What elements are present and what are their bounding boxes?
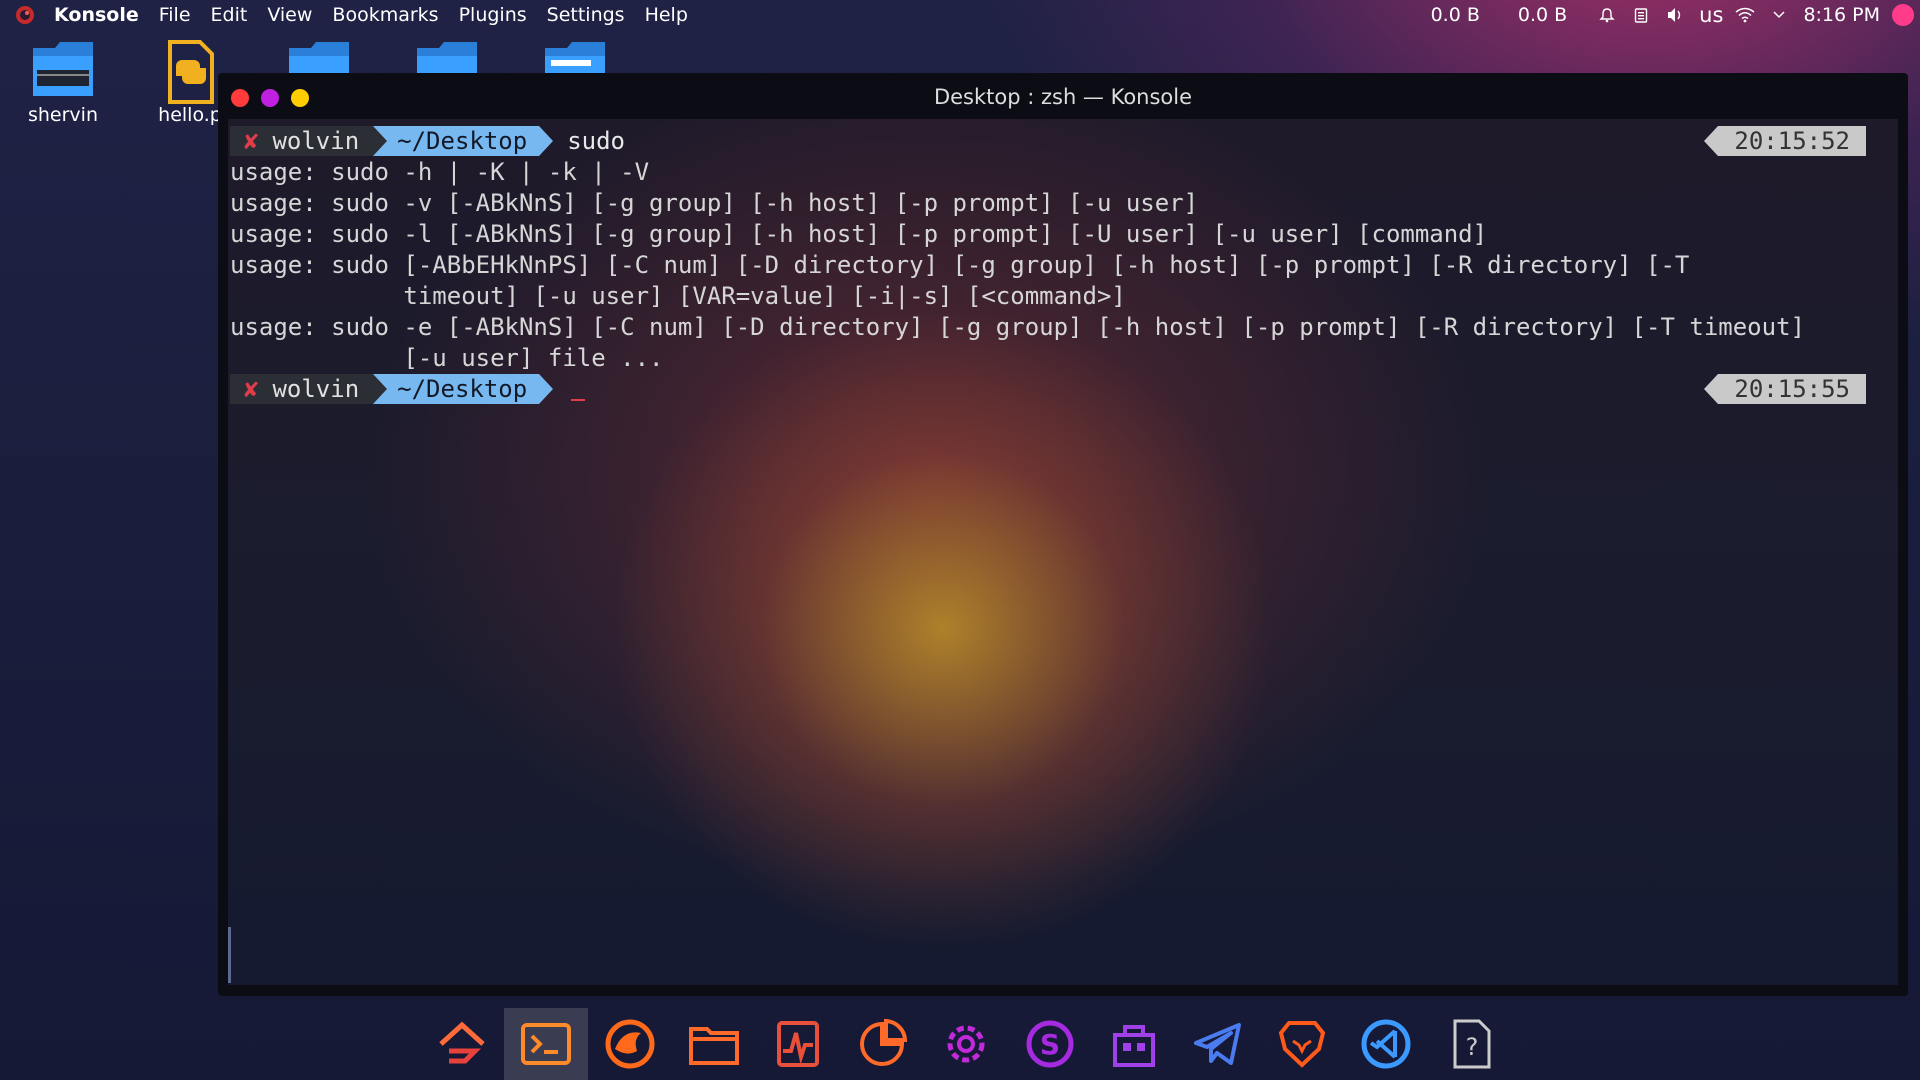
clock[interactable]: 8:16 PM [1803, 4, 1880, 26]
error-status-icon: ✘ [244, 375, 259, 403]
desktop-folder-3[interactable] [264, 40, 374, 74]
menu-plugins[interactable]: Plugins [459, 4, 527, 26]
net-download-speed[interactable]: 0.0 B [1431, 4, 1480, 26]
prompt-separator-icon [539, 126, 554, 156]
output-line: timeout] [-u user] [VAR=value] [-i|-s] [… [230, 282, 1126, 310]
output-line: usage: sudo -e [-ABkNnS] [-C num] [-D di… [230, 313, 1805, 341]
window-titlebar[interactable]: Desktop : zsh — Konsole [218, 73, 1908, 123]
prompt-separator-icon [539, 374, 554, 404]
dock: S ? [420, 1008, 1512, 1080]
prompt-separator-icon [373, 374, 388, 404]
output-line: usage: sudo -l [-ABkNnS] [-g group] [-h … [230, 220, 1488, 248]
prompt-dir: ~/Desktop [387, 126, 540, 156]
store-icon[interactable] [1092, 1008, 1176, 1080]
clipboard-icon[interactable] [1631, 5, 1651, 25]
output-line: usage: sudo -v [-ABkNnS] [-g group] [-h … [230, 189, 1199, 217]
notifications-icon[interactable] [1597, 5, 1617, 25]
folder-icon [31, 40, 95, 98]
menu-help[interactable]: Help [645, 4, 688, 26]
system-monitor-icon[interactable] [756, 1008, 840, 1080]
python-file-icon [158, 40, 222, 104]
folder-icon [545, 42, 605, 74]
keyboard-layout[interactable]: us [1699, 3, 1723, 27]
git-app-icon[interactable] [420, 1008, 504, 1080]
brave-icon[interactable] [1260, 1008, 1344, 1080]
text-cursor [571, 399, 586, 401]
window-title: Desktop : zsh — Konsole [933, 85, 1193, 109]
prompt-user: wolvin [272, 127, 360, 155]
prompt-line-1: ✘ wolvin ~/Desktop sudo [230, 126, 625, 156]
settings-icon[interactable] [924, 1008, 1008, 1080]
tray-expand-chevron-down-icon[interactable] [1769, 5, 1789, 25]
top-panel: Konsole File Edit View Bookmarks Plugins… [0, 0, 1920, 30]
disk-usage-icon[interactable] [840, 1008, 924, 1080]
wifi-icon[interactable] [1735, 5, 1755, 25]
menu-settings[interactable]: Settings [547, 4, 625, 26]
desktop-folder-shervin[interactable]: shervin [8, 40, 118, 126]
files-icon[interactable] [672, 1008, 756, 1080]
timestamp-text: 20:15:52 [1718, 126, 1866, 156]
skype-icon[interactable]: S [1008, 1008, 1092, 1080]
menu-view[interactable]: View [267, 4, 312, 26]
desktop-folder-4[interactable] [392, 40, 502, 74]
svg-text:S: S [1040, 1028, 1060, 1061]
svg-text:?: ? [1466, 1033, 1479, 1061]
desktop-icon-label: shervin [27, 104, 98, 126]
prompt-user-segment: ✘ wolvin [230, 374, 374, 404]
prompt-line-2: ✘ wolvin ~/Desktop [230, 374, 586, 404]
terminal-icon[interactable] [504, 1008, 588, 1080]
prompt-user-segment: ✘ wolvin [230, 126, 374, 156]
volume-icon[interactable] [1665, 5, 1685, 25]
terminal-area[interactable]: ✘ wolvin ~/Desktop sudo 20:15:52 usage: … [228, 119, 1898, 985]
active-app-name[interactable]: Konsole [54, 4, 139, 26]
output-line: [-u user] file ... [230, 344, 664, 372]
scroll-indicator[interactable] [228, 927, 231, 983]
telegram-icon[interactable] [1176, 1008, 1260, 1080]
folder-icon [289, 42, 349, 74]
user-avatar[interactable] [1892, 4, 1914, 26]
output-line: usage: sudo -h | -K | -k | -V [230, 158, 650, 186]
output-line: usage: sudo [-ABbEHkNnPS] [-C num] [-D d… [230, 251, 1690, 279]
command-text: sudo [567, 127, 625, 155]
menu-edit[interactable]: Edit [211, 4, 248, 26]
distro-logo-icon[interactable] [14, 4, 36, 26]
konsole-window: Desktop : zsh — Konsole ✘ wolvin ~/Deskt… [218, 73, 1908, 996]
prompt-dir: ~/Desktop [387, 374, 540, 404]
folder-icon [417, 42, 477, 74]
error-status-icon: ✘ [244, 127, 259, 155]
net-upload-speed[interactable]: 0.0 B [1518, 4, 1567, 26]
prompt-timestamp-1: 20:15:52 [1704, 126, 1866, 156]
timestamp-text: 20:15:55 [1718, 374, 1866, 404]
help-icon[interactable]: ? [1428, 1008, 1512, 1080]
menu-bookmarks[interactable]: Bookmarks [332, 4, 438, 26]
prompt-user: wolvin [272, 375, 360, 403]
prompt-separator-icon [373, 126, 388, 156]
browser-icon[interactable] [588, 1008, 672, 1080]
vscode-icon[interactable] [1344, 1008, 1428, 1080]
menu-file[interactable]: File [159, 4, 191, 26]
desktop-folder-5[interactable] [520, 40, 630, 74]
prompt-timestamp-2: 20:15:55 [1704, 374, 1866, 404]
